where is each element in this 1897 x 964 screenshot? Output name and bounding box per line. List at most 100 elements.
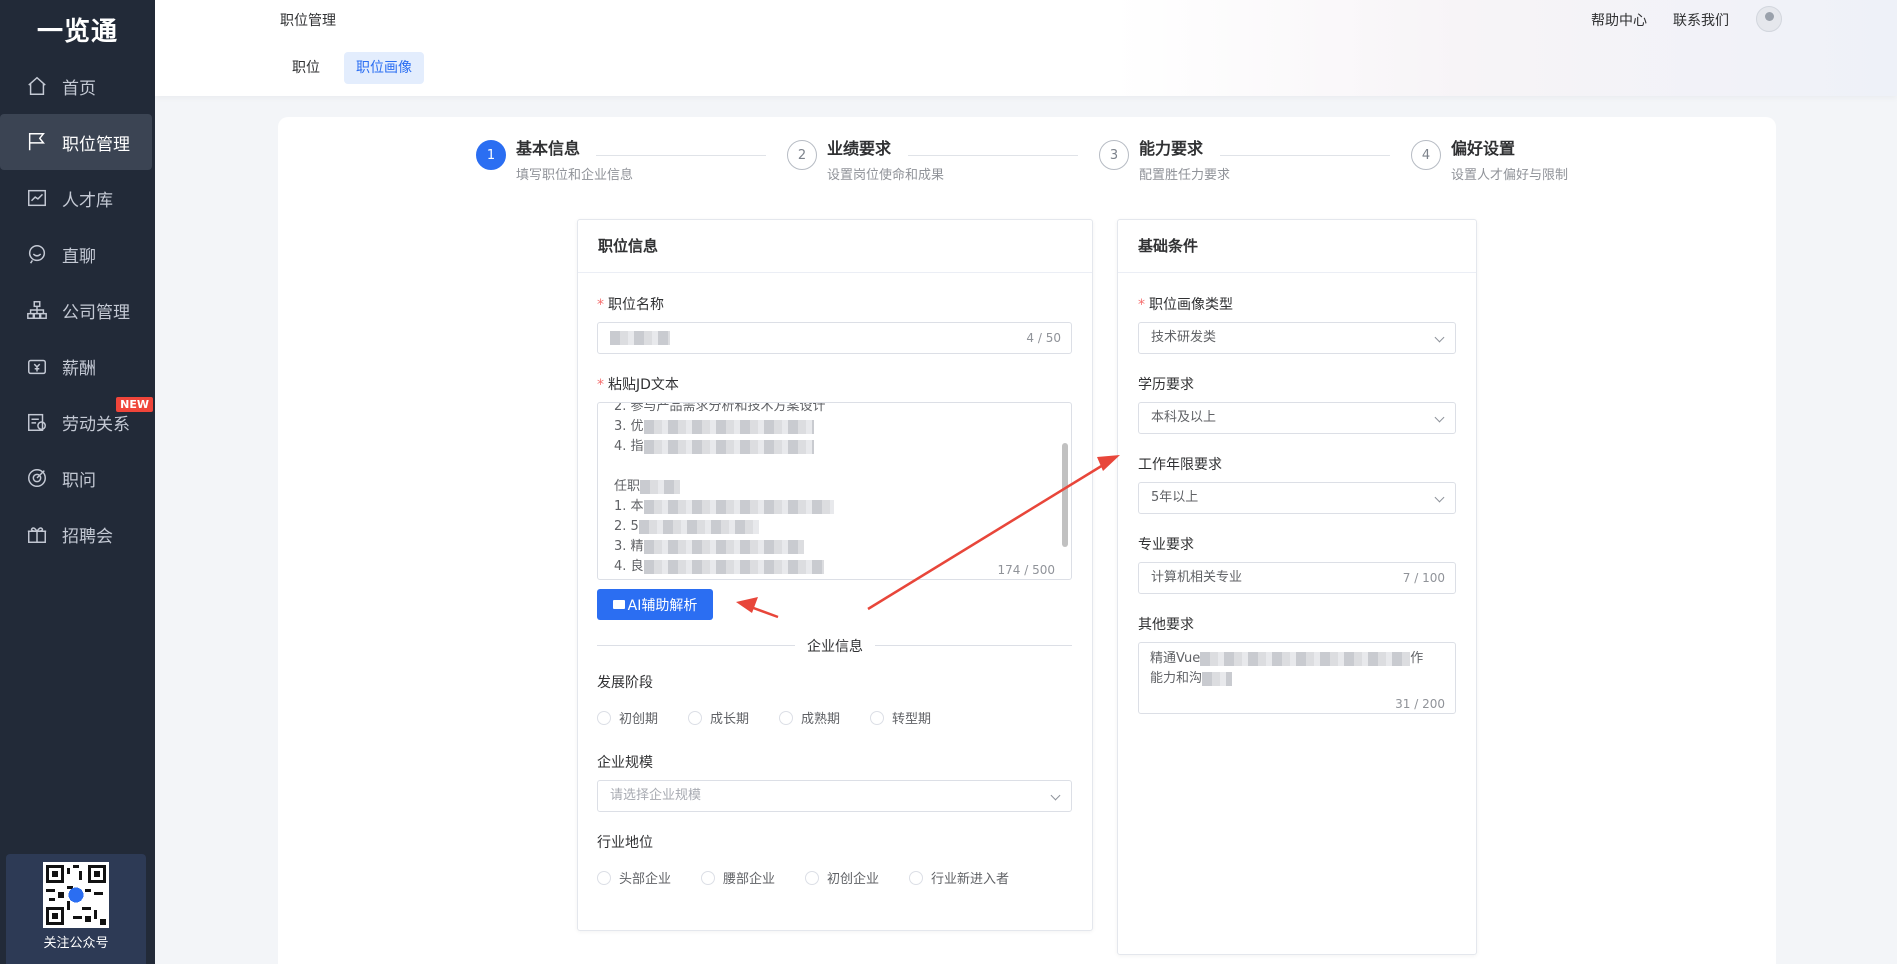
profile-type-field: * 职位画像类型 技术研发类 bbox=[1138, 294, 1456, 354]
sidebar-item-label: 职位管理 bbox=[62, 134, 130, 155]
sidebar-item-company[interactable]: 公司管理 bbox=[0, 282, 155, 338]
tab-job-profile[interactable]: 职位画像 bbox=[344, 52, 424, 84]
jd-line: 4. 指 bbox=[598, 437, 1071, 457]
jd-textarea[interactable]: 2. 参与产品需求分析和技术方案设计 3. 优 4. 指 任职 1. 本 2. … bbox=[597, 402, 1072, 580]
jd-line: 任职 bbox=[598, 477, 1071, 497]
sidebar-item-label: 职问 bbox=[62, 470, 96, 491]
char-count: 174 / 500 bbox=[995, 563, 1057, 577]
home-icon bbox=[26, 75, 48, 97]
breadcrumb: 职位管理 bbox=[280, 13, 336, 29]
stage-radio-group: 初创期 成长期 成熟期 转型期 bbox=[597, 708, 1072, 727]
field-label: 职位名称 bbox=[608, 297, 664, 313]
radio-mature-stage[interactable]: 成熟期 bbox=[779, 708, 840, 727]
target-icon bbox=[26, 467, 48, 489]
education-field: 学历要求 本科及以上 bbox=[1138, 374, 1456, 434]
major-input[interactable]: 计算机相关专业 7 / 100 bbox=[1138, 562, 1456, 594]
sidebar-item-labor-relations[interactable]: 劳动关系 NEW bbox=[0, 394, 155, 450]
jd-line: 3. 优 bbox=[598, 417, 1071, 437]
sidebar-item-job-fair[interactable]: 招聘会 bbox=[0, 506, 155, 562]
radio-mid-tier-company[interactable]: 腰部企业 bbox=[701, 868, 775, 887]
step-connector bbox=[908, 155, 1078, 156]
other-requirements-textarea[interactable]: 精通Vue 作 能力和沟 31 / 200 bbox=[1138, 642, 1456, 714]
sidebar-item-talent-pool[interactable]: 人才库 bbox=[0, 170, 155, 226]
radio-transition-stage[interactable]: 转型期 bbox=[870, 708, 931, 727]
development-stage-field: 发展阶段 初创期 成长期 成熟期 转型期 bbox=[597, 672, 1072, 727]
card-title: 职位信息 bbox=[578, 220, 1092, 273]
qr-code bbox=[43, 862, 109, 928]
sidebar-item-label: 人才库 bbox=[62, 190, 113, 211]
char-count: 31 / 200 bbox=[1395, 697, 1445, 711]
company-scale-select[interactable]: 请选择企业规模 bbox=[597, 780, 1072, 812]
field-label: 职位画像类型 bbox=[1149, 297, 1233, 313]
profile-type-select[interactable]: 技术研发类 bbox=[1138, 322, 1456, 354]
redacted-text bbox=[610, 330, 670, 345]
text-line: 精通Vue 作 bbox=[1150, 651, 1424, 666]
chevron-down-icon bbox=[1050, 790, 1061, 801]
chat-icon bbox=[26, 243, 48, 265]
tab-bar: 职位 职位画像 bbox=[280, 52, 424, 84]
sidebar-item-chat[interactable]: 直聊 bbox=[0, 226, 155, 282]
char-count: 7 / 100 bbox=[1402, 571, 1445, 585]
chevron-down-icon bbox=[1434, 332, 1445, 343]
step-performance[interactable]: 2 业绩要求 设置岗位使命和成果 bbox=[787, 140, 944, 183]
top-header: 职位管理 帮助中心 联系我们 职位 职位画像 bbox=[155, 0, 1897, 96]
sidebar-item-job-management[interactable]: 职位管理 bbox=[0, 114, 152, 170]
qr-label: 关注公众号 bbox=[43, 936, 109, 951]
char-count: 4 / 50 bbox=[1026, 331, 1061, 345]
step-title: 偏好设置 bbox=[1451, 139, 1516, 158]
gift-icon bbox=[26, 523, 48, 545]
education-select[interactable]: 本科及以上 bbox=[1138, 402, 1456, 434]
radio-new-entrant[interactable]: 行业新进入者 bbox=[909, 868, 1009, 887]
step-connector bbox=[1220, 155, 1390, 156]
step-basic-info[interactable]: 1 基本信息 填写职位和企业信息 bbox=[476, 140, 633, 183]
sidebar-item-label: 公司管理 bbox=[62, 302, 130, 323]
sidebar-item-salary[interactable]: 薪酬 bbox=[0, 338, 155, 394]
job-name-field: * 职位名称 4 / 50 bbox=[597, 294, 1072, 354]
step-number: 1 bbox=[476, 140, 506, 170]
step-desc: 配置胜任力要求 bbox=[1139, 168, 1231, 183]
help-center-link[interactable]: 帮助中心 bbox=[1591, 10, 1647, 30]
field-label: 企业规模 bbox=[597, 755, 653, 771]
ai-parse-button[interactable]: AI辅助解析 bbox=[597, 589, 713, 620]
company-info-heading: 企业信息 bbox=[795, 636, 875, 656]
contract-icon bbox=[26, 411, 48, 433]
avatar[interactable] bbox=[1756, 6, 1782, 32]
field-label: 发展阶段 bbox=[597, 675, 653, 691]
radio-startup-company[interactable]: 初创企业 bbox=[805, 868, 879, 887]
step-title: 能力要求 bbox=[1139, 139, 1204, 158]
text-line: 能力和沟 bbox=[1139, 669, 1455, 689]
app-logo[interactable]: 一览通 bbox=[0, 0, 155, 58]
job-name-input[interactable]: 4 / 50 bbox=[597, 322, 1072, 354]
industry-position-field: 行业地位 头部企业 腰部企业 初创企业 行业新进入者 bbox=[597, 832, 1072, 887]
step-number: 4 bbox=[1411, 140, 1441, 170]
work-years-select[interactable]: 5年以上 bbox=[1138, 482, 1456, 514]
step-competency[interactable]: 3 能力要求 配置胜任力要求 bbox=[1099, 140, 1230, 183]
company-scale-field: 企业规模 请选择企业规模 bbox=[597, 752, 1072, 812]
radio-growth-stage[interactable]: 成长期 bbox=[688, 708, 749, 727]
field-label: 专业要求 bbox=[1138, 537, 1194, 553]
jd-line: 1. 本 bbox=[598, 497, 1071, 517]
header-links: 帮助中心 联系我们 bbox=[1591, 10, 1729, 30]
chevron-down-icon bbox=[1434, 492, 1445, 503]
contact-us-link[interactable]: 联系我们 bbox=[1673, 10, 1729, 30]
chart-line-icon bbox=[26, 187, 48, 209]
field-label: 学历要求 bbox=[1138, 377, 1194, 393]
step-preference[interactable]: 4 偏好设置 设置人才偏好与限制 bbox=[1411, 140, 1568, 183]
jd-text-field: * 粘贴JD文本 2. 参与产品需求分析和技术方案设计 3. 优 4. 指 任职 … bbox=[597, 374, 1072, 580]
chevron-down-icon bbox=[1434, 412, 1445, 423]
qr-panel: 关注公众号 bbox=[6, 854, 146, 964]
field-label: 粘贴JD文本 bbox=[608, 377, 679, 393]
field-label: 其他要求 bbox=[1138, 617, 1194, 633]
radio-startup-stage[interactable]: 初创期 bbox=[597, 708, 658, 727]
step-desc: 设置岗位使命和成果 bbox=[827, 168, 945, 183]
org-chart-icon bbox=[26, 299, 48, 321]
new-badge: NEW bbox=[116, 397, 153, 412]
jd-line: 3. 精 bbox=[598, 537, 1071, 557]
monitor-icon bbox=[612, 600, 625, 609]
tab-job[interactable]: 职位 bbox=[280, 52, 332, 84]
work-years-field: 工作年限要求 5年以上 bbox=[1138, 454, 1456, 514]
scrollbar[interactable] bbox=[1062, 443, 1068, 547]
sidebar-item-home[interactable]: 首页 bbox=[0, 58, 155, 114]
radio-leading-company[interactable]: 头部企业 bbox=[597, 868, 671, 887]
sidebar-item-job-qa[interactable]: 职问 bbox=[0, 450, 155, 506]
